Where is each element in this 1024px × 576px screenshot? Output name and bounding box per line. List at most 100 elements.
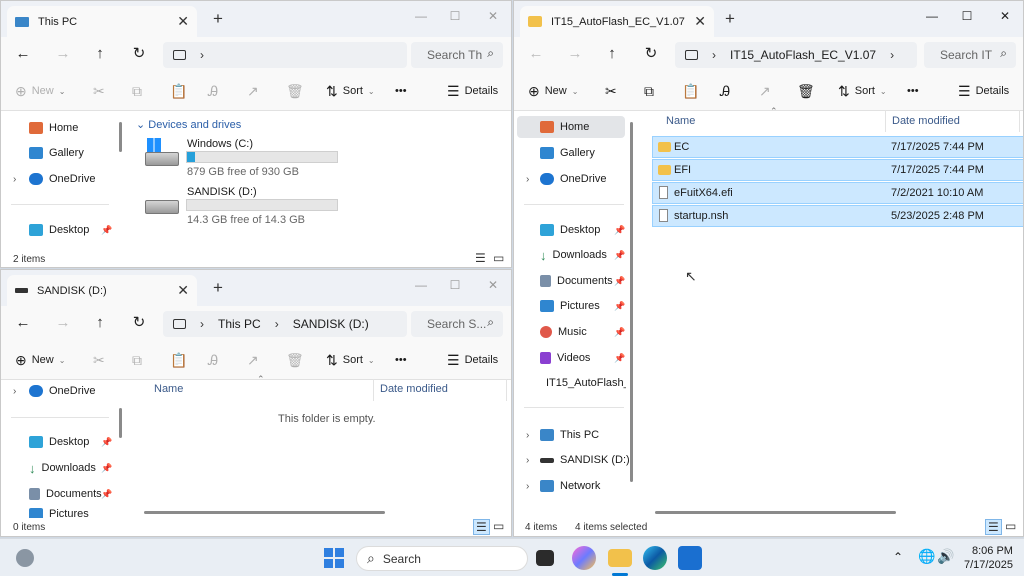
sort-button[interactable]: ⇅ Sort ⌄ [326,82,375,100]
details-button[interactable]: ☰ Details [447,82,498,100]
network-globe-icon[interactable]: 🌐 [918,548,935,565]
expand-chevron-icon[interactable]: › [13,174,16,185]
forward-button[interactable]: → [53,44,73,64]
clock-date[interactable]: 7/17/2025 [964,559,1013,571]
edge-icon[interactable] [643,546,667,570]
copy-button[interactable]: ⧉ [644,82,659,100]
rename-button[interactable]: Ꭿ [720,82,735,100]
details-button[interactable]: ☰ Details [447,351,498,369]
rename-button[interactable]: Ꭿ [208,351,223,369]
sort-button[interactable]: ⇅ Sort ⌄ [326,351,375,369]
new-tab-button[interactable]: + [213,279,223,296]
tiles-view-icon[interactable]: ▭ [1005,519,1016,533]
more-button[interactable]: ••• [395,82,407,100]
share-button[interactable]: ↗ [759,82,776,100]
close-tab-icon[interactable]: ✕ [694,14,706,28]
cut-button[interactable]: ✂ [93,351,110,369]
back-button[interactable]: ← [526,44,546,64]
details-view-icon[interactable]: ☰ [475,251,486,265]
address-bar[interactable]: › IT15_AutoFlash_EC_V1.07 › [675,42,917,68]
more-button[interactable]: ••• [907,82,919,100]
maximize-button[interactable]: ☐ [445,7,465,25]
refresh-button[interactable]: ↻ [641,44,661,64]
refresh-button[interactable]: ↻ [129,313,149,333]
close-tab-icon[interactable]: ✕ [177,283,189,297]
address-bar[interactable]: › This PC › SANDISK (D:) [163,311,407,337]
copilot-icon[interactable] [572,546,596,570]
close-tab-icon[interactable]: ✕ [177,14,189,28]
sidebar-item-downloads[interactable]: ↓ Downloads 📌 [29,457,113,479]
breadcrumb-chevron-icon[interactable]: › [275,317,279,331]
breadcrumb-chevron-icon[interactable]: › [712,48,716,62]
details-view-icon[interactable]: ☰ [985,519,1002,535]
expand-chevron-icon[interactable]: › [526,430,529,441]
file-explorer-icon[interactable] [608,549,632,567]
breadcrumb-chevron-icon[interactable]: › [200,48,204,62]
up-button[interactable]: ↑ [90,313,110,333]
sidebar-item-desktop[interactable]: Desktop 📌 [540,219,626,241]
taskbar-search-box[interactable]: ⌕ Search [356,546,528,571]
sidebar-item-network[interactable]: › Network [526,475,600,497]
details-button[interactable]: ☰ Details [958,82,1009,100]
sidebar-item-desktop[interactable]: Desktop 📌 [29,219,113,241]
chevron-up-icon[interactable]: ⌃ [893,550,903,564]
expand-chevron-icon[interactable]: › [526,174,529,185]
delete-button[interactable]: 🗑 [797,82,820,100]
new-button[interactable]: ⊕ New ⌄ [528,82,578,100]
tab-autoflash[interactable]: IT15_AutoFlash_EC_V1.07 ✕ [520,6,714,37]
close-window-button[interactable]: ✕ [483,276,503,294]
paste-button[interactable]: 📋 [170,82,192,100]
devices-group-header[interactable]: ⌄ Devices and drives [136,118,241,131]
breadcrumb-autoflash[interactable]: IT15_AutoFlash_EC_V1.07 [730,48,876,62]
copy-button[interactable]: ⧉ [132,351,147,369]
breadcrumb-chevron-icon[interactable]: › [890,48,894,62]
paste-button[interactable]: 📋 [682,82,704,100]
tiles-view-icon[interactable]: ▭ [493,519,504,533]
sidebar-item-gallery[interactable]: Gallery [540,142,595,164]
tab-this-pc[interactable]: This PC ✕ [7,6,197,37]
breadcrumb-sandisk[interactable]: SANDISK (D:) [293,317,369,331]
sidebar-item-gallery[interactable]: Gallery [29,142,84,164]
sidebar-item-home[interactable]: Home [29,117,78,139]
sidebar-scrollbar[interactable] [630,122,633,482]
expand-chevron-icon[interactable]: › [526,455,529,466]
column-separator[interactable] [885,110,886,132]
close-window-button[interactable]: ✕ [995,7,1015,25]
sidebar-item-documents[interactable]: Documents 📌 [540,270,626,292]
drive-c[interactable]: Windows (C:) 879 GB free of 930 GB [145,138,345,180]
tab-sandisk[interactable]: SANDISK (D:) ✕ [7,275,197,306]
store-icon[interactable] [678,546,702,570]
back-button[interactable]: ← [13,313,33,333]
file-row[interactable]: eFuitX64.efi 7/2/2021 10:10 AM [652,182,1023,204]
share-button[interactable]: ↗ [247,351,264,369]
sidebar-item-onedrive[interactable]: › OneDrive [526,168,606,190]
sidebar-item-desktop[interactable]: Desktop 📌 [29,431,113,453]
sidebar-item-onedrive[interactable]: › OneDrive [13,168,95,190]
column-separator[interactable] [506,379,507,401]
minimize-button[interactable]: — [411,7,431,25]
breadcrumb-this-pc[interactable]: This PC [218,317,261,331]
task-view-icon[interactable] [536,550,554,566]
sidebar-scrollbar[interactable] [119,122,122,152]
widgets-icon[interactable] [16,549,34,567]
search-input[interactable]: Search Th ⌕ [411,42,503,68]
expand-chevron-icon[interactable]: › [526,481,529,492]
sidebar-item-documents[interactable]: Documents 📌 [29,483,113,505]
column-header-name[interactable]: Name [666,115,695,127]
breadcrumb-chevron-icon[interactable]: › [200,317,204,331]
forward-button[interactable]: → [565,44,585,64]
horizontal-scrollbar[interactable] [655,511,896,514]
minimize-button[interactable]: — [411,276,431,294]
new-button[interactable]: ⊕ New ⌄ [15,82,65,100]
new-button[interactable]: ⊕ New ⌄ [15,351,65,369]
sidebar-item-autoflash-folder[interactable]: IT15_AutoFlash_ [540,372,626,394]
refresh-button[interactable]: ↻ [129,44,149,64]
column-separator[interactable] [373,379,374,401]
new-tab-button[interactable]: + [213,10,223,27]
clock-time[interactable]: 8:06 PM [972,545,1013,557]
column-header-date[interactable]: Date modified [380,383,448,395]
sidebar-item-downloads[interactable]: ↓ Downloads 📌 [540,244,626,266]
delete-button[interactable]: 🗑 [286,82,309,100]
tiles-view-icon[interactable]: ▭ [493,251,504,265]
sidebar-item-sandisk[interactable]: › SANDISK (D:) [526,449,630,471]
